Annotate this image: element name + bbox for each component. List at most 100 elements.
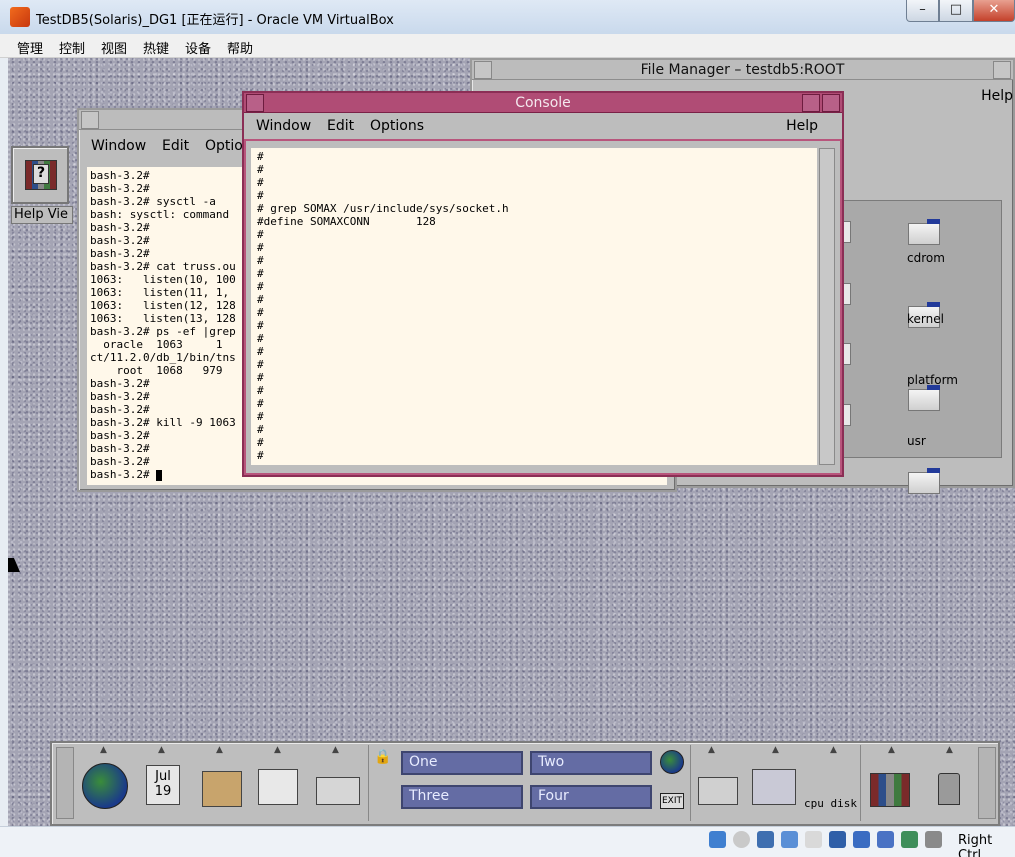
- console-title: Console: [515, 95, 571, 111]
- subpanel-arrow-icon[interactable]: ▲: [772, 745, 779, 755]
- menu-help[interactable]: 帮助: [227, 38, 253, 57]
- console-line: #: [257, 345, 264, 358]
- video-capture-icon[interactable]: [853, 831, 870, 848]
- minimize-window-button[interactable]: [802, 94, 820, 112]
- usb-icon[interactable]: [781, 831, 798, 848]
- calendar-day: 19: [154, 784, 172, 799]
- console-line: #: [257, 384, 264, 397]
- help-manager-icon[interactable]: [870, 773, 910, 807]
- subpanel-arrow-icon[interactable]: ▲: [274, 745, 281, 755]
- cpu-icon[interactable]: [877, 831, 894, 848]
- host-window-title: TestDB5(Solaris)_DG1 [正在运行] - Oracle VM …: [36, 13, 394, 28]
- folder-label-kernel[interactable]: kernel: [907, 312, 944, 326]
- console-line: #: [257, 449, 264, 462]
- subpanel-arrow-icon[interactable]: ▲: [888, 745, 895, 755]
- console-menu-help[interactable]: Help: [786, 118, 818, 134]
- console-line: #: [257, 176, 264, 189]
- subpanel-arrow-icon[interactable]: ▲: [946, 745, 953, 755]
- workspace-one-button[interactable]: One: [401, 751, 523, 775]
- host-key-label: Right Ctrl: [958, 833, 993, 857]
- maximize-button[interactable]: □: [939, 0, 973, 22]
- virtualbox-app-icon: [10, 7, 30, 27]
- trash-can-icon[interactable]: [938, 773, 960, 805]
- console-line: #: [257, 319, 264, 332]
- menu-control[interactable]: 控制: [59, 38, 85, 57]
- shared-folders-icon[interactable]: [805, 831, 822, 848]
- close-button[interactable]: ✕: [973, 0, 1015, 22]
- help-question-icon: ?: [33, 164, 49, 184]
- folder-icon[interactable]: [908, 385, 940, 411]
- menu-view[interactable]: 视图: [101, 38, 127, 57]
- window-menu-button[interactable]: [81, 111, 99, 129]
- exit-button[interactable]: EXIT: [660, 793, 684, 809]
- subpanel-arrow-icon[interactable]: ▲: [830, 745, 837, 755]
- minimize-button[interactable]: –: [906, 0, 939, 22]
- workspace-two-button[interactable]: Two: [530, 751, 652, 775]
- file-manager-help-menu[interactable]: Help: [981, 88, 1013, 104]
- text-cursor: [156, 469, 163, 481]
- file-manager-icon-view[interactable]: t e cdrom kernel platform usr: [832, 200, 1002, 494]
- mailer-icon[interactable]: [316, 777, 360, 805]
- terminal-menu-bar: Window Edit Optio: [91, 138, 255, 154]
- keyboard-icon[interactable]: [925, 831, 942, 848]
- calendar-icon[interactable]: Jul 19: [146, 765, 180, 805]
- minimize-icon: –: [919, 2, 926, 17]
- console-menu-window[interactable]: Window: [256, 118, 311, 134]
- clock-globe-icon[interactable]: [82, 763, 128, 809]
- guest-desktop[interactable]: File Manager – testdb5:ROOT Help t e cdr…: [8, 58, 1015, 826]
- terminal-menu-window[interactable]: Window: [91, 138, 146, 154]
- console-scrollbar[interactable]: [819, 148, 835, 465]
- window-menu-button[interactable]: [246, 94, 264, 112]
- console-line: #: [257, 163, 264, 176]
- minimize-window-button[interactable]: [993, 61, 1011, 79]
- terminal-menu-options[interactable]: Optio: [205, 138, 243, 154]
- console-line: #: [257, 267, 264, 280]
- panel-handle[interactable]: [978, 747, 996, 819]
- lock-icon[interactable]: 🔒: [374, 749, 391, 765]
- terminal-menu-edit[interactable]: Edit: [162, 138, 189, 154]
- host-status-bar: Right Ctrl: [0, 826, 1015, 857]
- workspace-four-button[interactable]: Four: [530, 785, 652, 809]
- menu-hotkey[interactable]: 热键: [143, 38, 169, 57]
- console-line: #: [257, 228, 264, 241]
- panel-handle[interactable]: [56, 747, 74, 819]
- mouse-integration-icon[interactable]: [901, 831, 918, 848]
- file-manager-title-bar[interactable]: File Manager – testdb5:ROOT: [472, 60, 1013, 80]
- console-text-area[interactable]: # # # # # grep SOMAX /usr/include/sys/socket…: [251, 148, 817, 465]
- text-editor-icon[interactable]: [258, 769, 298, 805]
- window-menu-button[interactable]: [474, 61, 492, 79]
- console-menu-options[interactable]: Options: [370, 118, 424, 134]
- calendar-month: Jul: [155, 769, 171, 784]
- folder-label-usr[interactable]: usr: [907, 434, 926, 448]
- subpanel-arrow-icon[interactable]: ▲: [100, 745, 107, 755]
- console-title-bar[interactable]: Console: [244, 93, 842, 113]
- folder-icon[interactable]: [908, 468, 940, 494]
- help-viewer-label: Help Vie: [11, 206, 73, 224]
- close-icon: ✕: [988, 2, 1000, 17]
- optical-drive-icon[interactable]: [733, 831, 750, 848]
- subpanel-arrow-icon[interactable]: ▲: [708, 745, 715, 755]
- panel-divider: [860, 745, 861, 821]
- hard-disk-icon[interactable]: [709, 831, 726, 848]
- network-icon[interactable]: [757, 831, 774, 848]
- help-viewer-icon-frame: ?: [11, 146, 69, 204]
- console-line: #define SOMAXCONN 128: [257, 215, 436, 228]
- maximize-window-button[interactable]: [822, 94, 840, 112]
- busy-globe-icon: [660, 750, 684, 774]
- console-window[interactable]: Console Window Edit Options Help # # # # # g…: [242, 91, 844, 477]
- file-manager-drawer-icon[interactable]: [202, 771, 242, 807]
- menu-manage[interactable]: 管理: [17, 38, 43, 57]
- folder-icon[interactable]: [908, 219, 940, 245]
- printer-icon[interactable]: [698, 777, 738, 805]
- menu-devices[interactable]: 设备: [185, 38, 211, 57]
- style-manager-icon[interactable]: [752, 769, 796, 805]
- workspace-three-button[interactable]: Three: [401, 785, 523, 809]
- subpanel-arrow-icon[interactable]: ▲: [158, 745, 165, 755]
- folder-label-platform[interactable]: platform: [907, 373, 958, 387]
- display-icon[interactable]: [829, 831, 846, 848]
- help-viewer-desktop-icon[interactable]: ? Help Vie: [11, 146, 73, 226]
- subpanel-arrow-icon[interactable]: ▲: [216, 745, 223, 755]
- console-menu-edit[interactable]: Edit: [327, 118, 354, 134]
- subpanel-arrow-icon[interactable]: ▲: [332, 745, 339, 755]
- folder-label-cdrom[interactable]: cdrom: [907, 251, 945, 265]
